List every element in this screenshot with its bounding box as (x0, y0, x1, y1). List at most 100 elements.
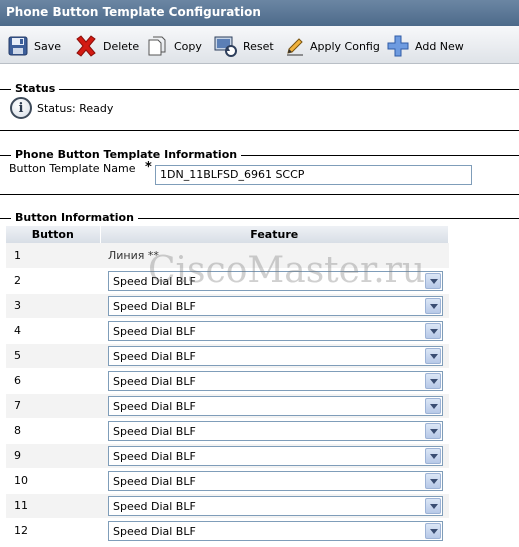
feature-select[interactable]: Speed Dial BLF (108, 270, 443, 291)
feature-cell: Speed Dial BLF (100, 343, 449, 369)
feature-select-value: Speed Dial BLF (113, 274, 196, 288)
chevron-down-icon[interactable] (425, 472, 441, 489)
feature-select[interactable]: Speed Dial BLF (108, 320, 443, 341)
template-name-label: Button Template Name (9, 162, 136, 175)
status-row: i Status: Ready (10, 97, 113, 119)
table-row: 6 Speed Dial BLF (6, 368, 449, 394)
reset-icon (214, 36, 237, 57)
chevron-down-icon[interactable] (425, 322, 441, 339)
button-number: 6 (6, 368, 100, 394)
template-name-input[interactable]: 1DN_11BLFSD_6961 SCCP (155, 165, 472, 185)
col-feature-header: Feature (100, 226, 449, 243)
feature-select-value: Speed Dial BLF (113, 449, 196, 463)
feature-cell: Speed Dial BLF (100, 268, 449, 294)
info-icon: i (10, 97, 32, 119)
apply-config-button[interactable]: Apply Config (285, 34, 380, 58)
floppy-disk-icon (8, 36, 28, 56)
feature-select-value: Speed Dial BLF (113, 424, 196, 438)
table-row: 12 Speed Dial BLF (6, 518, 449, 544)
feature-select-value: Speed Dial BLF (113, 299, 196, 313)
chevron-down-icon[interactable] (425, 422, 441, 439)
table-row: 8 Speed Dial BLF (6, 418, 449, 444)
table-row: 1 Линия ** (6, 243, 449, 269)
add-new-label: Add New (415, 39, 464, 53)
chevron-down-icon[interactable] (425, 397, 441, 414)
apply-config-label: Apply Config (310, 39, 380, 53)
button-number: 2 (6, 268, 100, 294)
button-number: 5 (6, 343, 100, 369)
pencil-icon (287, 38, 303, 56)
divider (0, 194, 519, 195)
save-button[interactable]: Save (7, 34, 61, 58)
feature-select[interactable]: Speed Dial BLF (108, 370, 443, 391)
save-label: Save (34, 39, 62, 53)
button-number: 1 (6, 243, 100, 269)
feature-select-value: Speed Dial BLF (113, 474, 196, 488)
feature-select-value: Speed Dial BLF (113, 399, 196, 413)
table-row: 2 Speed Dial BLF (6, 268, 449, 294)
table-row: 10 Speed Dial BLF (6, 468, 449, 494)
button-number: 11 (6, 493, 100, 519)
feature-select[interactable]: Speed Dial BLF (108, 520, 443, 541)
feature-cell: Speed Dial BLF (100, 393, 449, 419)
feature-select-value: Speed Dial BLF (113, 374, 196, 388)
chevron-down-icon[interactable] (425, 372, 441, 389)
feature-cell: Speed Dial BLF (100, 318, 449, 344)
button-number: 10 (6, 468, 100, 494)
divider (0, 130, 519, 131)
copy-label: Copy (174, 39, 202, 53)
feature-cell: Speed Dial BLF (100, 418, 449, 444)
window-title: Phone Button Template Configuration (0, 0, 519, 26)
table-row: 4 Speed Dial BLF (6, 318, 449, 344)
feature-select-value: Speed Dial BLF (113, 349, 196, 363)
feature-select[interactable]: Speed Dial BLF (108, 295, 443, 316)
copy-button[interactable]: Copy (147, 34, 202, 58)
chevron-down-icon[interactable] (425, 347, 441, 364)
status-section-title: Status (0, 82, 519, 96)
feature-select[interactable]: Speed Dial BLF (108, 345, 443, 366)
table-row: 3 Speed Dial BLF (6, 293, 449, 319)
feature-select-value: Speed Dial BLF (113, 324, 196, 338)
delete-label: Delete (103, 39, 140, 53)
feature-cell: Speed Dial BLF (100, 468, 449, 494)
feature-select-value: Speed Dial BLF (113, 499, 196, 513)
feature-cell: Линия ** (100, 243, 449, 269)
feature-cell: Speed Dial BLF (100, 493, 449, 519)
button-number: 9 (6, 443, 100, 469)
table-row: 7 Speed Dial BLF (6, 393, 449, 419)
reset-button[interactable]: Reset (212, 34, 274, 58)
status-text: Status: Ready (37, 101, 114, 115)
feature-cell: Speed Dial BLF (100, 368, 449, 394)
chevron-down-icon[interactable] (425, 497, 441, 514)
button-number: 8 (6, 418, 100, 444)
delete-button[interactable]: Delete (74, 34, 139, 58)
button-number: 12 (6, 518, 100, 544)
copy-page-icon (148, 36, 166, 56)
toolbar: Save Delete Copy Reset Apply Config Add … (0, 26, 519, 64)
table-row: 11 Speed Dial BLF (6, 493, 449, 519)
feature-select[interactable]: Speed Dial BLF (108, 395, 443, 416)
table-row: 9 Speed Dial BLF (6, 443, 449, 469)
table-row: 5 Speed Dial BLF (6, 343, 449, 369)
button-info-section-title: Button Information (0, 211, 519, 225)
chevron-down-icon[interactable] (425, 297, 441, 314)
add-new-button[interactable]: Add New (386, 34, 464, 58)
button-table: Button Feature 1 Линия ** 2 Speed Dial BLF 3… (6, 226, 449, 544)
feature-select[interactable]: Speed Dial BLF (108, 420, 443, 441)
feature-select-value: Speed Dial BLF (113, 524, 196, 538)
chevron-down-icon[interactable] (425, 447, 441, 464)
chevron-down-icon[interactable] (425, 272, 441, 289)
chevron-down-icon[interactable] (425, 522, 441, 539)
feature-static-text: Линия ** (108, 248, 159, 262)
reset-label: Reset (243, 39, 274, 53)
feature-select[interactable]: Speed Dial BLF (108, 495, 443, 516)
required-mark: * (145, 160, 152, 175)
red-x-icon (76, 35, 96, 57)
blue-plus-icon (387, 35, 409, 57)
template-info-section-title: Phone Button Template Information (0, 148, 519, 162)
feature-cell: Speed Dial BLF (100, 293, 449, 319)
feature-select[interactable]: Speed Dial BLF (108, 470, 443, 491)
feature-cell: Speed Dial BLF (100, 518, 449, 544)
feature-select[interactable]: Speed Dial BLF (108, 445, 443, 466)
col-button-header: Button (6, 226, 101, 243)
